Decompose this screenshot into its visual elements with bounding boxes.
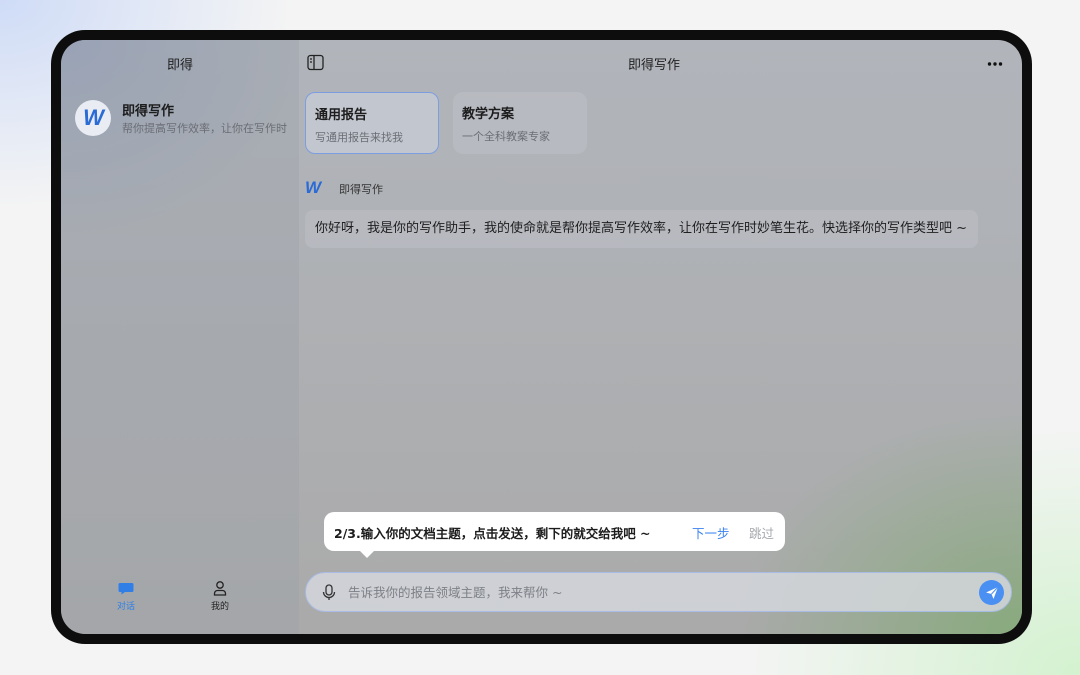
- onboarding-tooltip: 2/3.输入你的文档主题，点击发送，剩下的就交给我吧 ~ 下一步 跳过: [324, 512, 785, 558]
- chat-input-bar: [305, 572, 1012, 612]
- conversation-avatar: W: [75, 100, 111, 136]
- page-title: 即得写作: [627, 58, 680, 73]
- sidebar: 即得 W 即得写作 帮你提高写作效率，让你在写作时妙笔生花 对话: [61, 40, 299, 634]
- topic-input[interactable]: [348, 573, 968, 611]
- tooltip-text: 2/3.输入你的文档主题，点击发送，剩下的就交给我吧 ~: [334, 526, 651, 541]
- card-title: 教学方案: [462, 107, 515, 122]
- app-screen: 即得 W 即得写作 帮你提高写作效率，让你在写作时妙笔生花 对话: [61, 40, 1022, 634]
- nav-label-mine: 我的: [210, 602, 229, 612]
- bottom-nav: 对话 我的: [61, 580, 299, 624]
- main-panel: 即得写作 通用报告 写通用报告来找我 教学方案 一个全科教案专家 W 即得写作 …: [299, 40, 1022, 634]
- card-subtitle: 写通用报告来找我: [315, 131, 403, 144]
- app-logo-icon: W: [83, 105, 104, 130]
- conversation-item[interactable]: W 即得写作 帮你提高写作效率，让你在写作时妙笔生花: [75, 98, 289, 142]
- bot-message: 你好呀，我是你的写作助手，我的使命就是帮你提高写作效率，让你在写作时妙笔生花。快…: [305, 210, 978, 248]
- sidebar-title: 即得: [166, 58, 193, 73]
- bot-name: 即得写作: [339, 183, 383, 196]
- nav-label-chat: 对话: [116, 602, 135, 612]
- card-subtitle: 一个全科教案专家: [462, 130, 550, 143]
- next-step-button[interactable]: 下一步: [692, 523, 730, 542]
- microphone-icon[interactable]: [322, 584, 336, 601]
- send-button[interactable]: [979, 580, 1004, 605]
- more-icon[interactable]: [987, 61, 1003, 67]
- user-icon: [213, 581, 227, 596]
- skip-button[interactable]: 跳过: [749, 523, 774, 542]
- conversation-name: 即得写作: [122, 104, 175, 119]
- bot-logo-icon: W: [305, 178, 321, 197]
- card-title: 通用报告: [315, 108, 368, 123]
- chat-bubble-icon: [118, 583, 134, 595]
- nav-item-chat[interactable]: 对话: [96, 580, 156, 620]
- send-icon: [985, 586, 998, 599]
- card-teaching-plan[interactable]: 教学方案 一个全科教案专家: [453, 92, 587, 154]
- conversation-preview: 帮你提高写作效率，让你在写作时妙笔生花: [122, 122, 287, 135]
- card-general-report[interactable]: 通用报告 写通用报告来找我: [305, 92, 439, 154]
- tablet-frame: 即得 W 即得写作 帮你提高写作效率，让你在写作时妙笔生花 对话: [51, 30, 1032, 644]
- nav-item-mine[interactable]: 我的: [190, 580, 250, 620]
